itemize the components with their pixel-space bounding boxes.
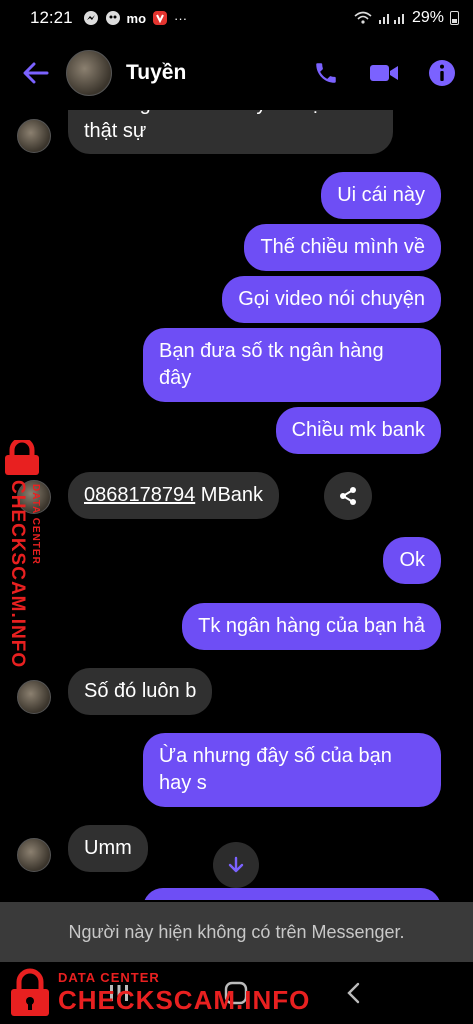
battery-icon [450, 11, 459, 25]
message-line: Ừa nhưng đây số của bạn [159, 745, 392, 767]
sender-avatar[interactable] [17, 680, 51, 714]
message-outgoing[interactable]: Chiều mk bank [275, 407, 441, 454]
message-outgoing[interactable]: Ok [383, 537, 441, 584]
watermark-bottom: DATA CENTER CHECKSCAM.INFO [8, 968, 310, 1018]
wifi-icon [354, 11, 372, 24]
status-right: 29% [354, 9, 459, 27]
voice-call-button[interactable] [311, 58, 341, 88]
share-button[interactable] [324, 472, 372, 520]
mo-mo-icon: mo [126, 10, 147, 26]
message-outgoing[interactable]: Gọi video nói chuyện [222, 276, 441, 323]
message-list[interactable]: Làm ngủa hoàn mày về bậc thật sự Ui cái … [0, 100, 473, 900]
message-outgoing[interactable]: Ui cái này [321, 172, 441, 219]
conversation-header: Tuyền [0, 36, 473, 110]
message-line: đây [159, 367, 192, 389]
scroll-to-bottom-button[interactable] [213, 842, 259, 888]
message-incoming[interactable]: Số đó luôn b [68, 668, 213, 715]
message-line: Bạn đưa số tk ngân hàng [159, 340, 384, 362]
header-actions [311, 58, 457, 88]
battery-percent: 29% [411, 9, 444, 26]
app-icon [105, 11, 120, 25]
message-line: thật sự [84, 120, 147, 142]
watermark-side-big: CHECKSCAM.INFO [7, 480, 28, 669]
unavailable-notice: Người này hiện không có trên Messenger. [0, 902, 473, 962]
padlock-icon [5, 437, 39, 475]
message-text: MBank [195, 484, 264, 506]
signal-icon [378, 14, 404, 24]
back-button[interactable] [16, 53, 56, 93]
chevron-left-icon [347, 982, 360, 1004]
back-arrow-icon [23, 62, 49, 84]
watermark-side-small: DATA CENTER [30, 484, 41, 565]
messenger-icon [83, 11, 98, 25]
message-incoming[interactable]: Umm [68, 825, 148, 872]
watermark-small-text: DATA CENTER [58, 970, 160, 985]
message-outgoing[interactable]: Tk ngân hàng của bạn hả [182, 603, 441, 650]
sender-avatar[interactable] [17, 119, 51, 153]
watermark-big-text: CHECKSCAM.INFO [58, 985, 311, 1015]
message-outgoing[interactable]: Ừa nhưng đây số của bạn hay s [143, 733, 441, 807]
arrow-down-icon [228, 856, 244, 873]
message-outgoing[interactable]: Thế chiều mình về [244, 224, 441, 271]
message-outgoing[interactable] [143, 888, 441, 900]
status-bar: 12:21 mo ··· 29% [0, 0, 473, 36]
status-time: 12:21 [30, 8, 73, 27]
message-incoming[interactable]: 0868178794 MBank [68, 472, 280, 519]
video-call-button[interactable] [369, 58, 399, 88]
message-line: hay s [159, 772, 207, 794]
info-button[interactable] [427, 58, 457, 88]
notification-icons: mo ··· [83, 10, 188, 26]
info-icon [429, 60, 455, 86]
vivaldi-icon [153, 11, 168, 25]
video-icon [370, 65, 398, 81]
contact-avatar[interactable] [66, 50, 112, 96]
message-outgoing[interactable]: Bạn đưa số tk ngân hàng đây [143, 328, 441, 402]
padlock-icon [11, 968, 49, 1016]
more-icon: ··· [174, 10, 188, 26]
watermark-side: CHECKSCAM.INFO DATA CENTER [2, 437, 52, 670]
phone-number-link[interactable]: 0868178794 [84, 484, 195, 506]
contact-name[interactable]: Tuyền [126, 61, 186, 85]
back-nav-button[interactable] [334, 973, 374, 1013]
share-icon [340, 487, 356, 505]
phone-icon [316, 63, 336, 83]
sender-avatar[interactable] [17, 838, 51, 872]
